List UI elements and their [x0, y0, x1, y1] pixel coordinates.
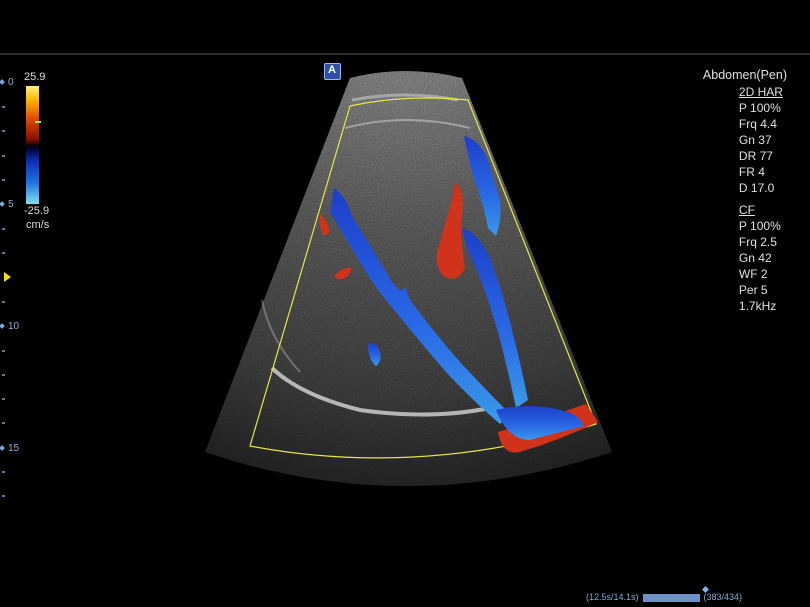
depth-tick	[2, 228, 5, 230]
params-cf-header: CF	[739, 202, 787, 218]
imaging-parameters: Abdomen(Pen) 2D HAR P 100% Frq 4.4 Gn 37…	[703, 67, 787, 314]
depth-tick	[2, 179, 5, 181]
color-velocity-bar	[26, 86, 39, 204]
param-cf-persistence: Per 5	[739, 282, 787, 298]
param-2d-gain: Gn 37	[739, 132, 787, 148]
depth-tick	[2, 350, 5, 352]
depth-tick	[2, 106, 5, 108]
cine-progress[interactable]	[643, 594, 700, 602]
depth-label-15: 15	[0, 443, 19, 454]
depth-tick	[2, 374, 5, 376]
depth-marker-icon	[0, 202, 5, 208]
param-cf-gain: Gn 42	[739, 250, 787, 266]
param-cf-power: P 100%	[739, 218, 787, 234]
param-2d-depth: D 17.0	[739, 180, 787, 196]
param-cf-prf: 1.7kHz	[739, 298, 787, 314]
velocity-unit: cm/s	[26, 219, 49, 231]
params-2d: 2D HAR P 100% Frq 4.4 Gn 37 DR 77 FR 4 D…	[739, 84, 787, 196]
depth-marker-icon	[0, 80, 5, 86]
depth-label-5: 5	[0, 199, 14, 210]
depth-tick	[2, 252, 5, 254]
param-cf-wall-filter: WF 2	[739, 266, 787, 282]
depth-tick	[2, 130, 5, 132]
params-2d-header: 2D HAR	[739, 84, 787, 100]
param-2d-dynamic-range: DR 77	[739, 148, 787, 164]
param-cf-frequency: Frq 2.5	[739, 234, 787, 250]
depth-label-0: 0	[0, 77, 14, 88]
velocity-scale-max: 25.9	[24, 71, 45, 83]
params-cf: CF P 100% Frq 2.5 Gn 42 WF 2 Per 5 1.7kH…	[739, 202, 787, 314]
baseline-marker	[35, 121, 41, 123]
param-2d-frequency: Frq 4.4	[739, 116, 787, 132]
ultrasound-image	[0, 0, 810, 607]
probe-orientation-icon: A	[324, 63, 341, 80]
depth-tick	[2, 155, 5, 157]
param-2d-frame-rate: FR 4	[739, 164, 787, 180]
depth-tick	[2, 471, 5, 473]
depth-label-10: 10	[0, 321, 19, 332]
velocity-scale-min: -25.9	[24, 205, 49, 217]
focus-marker-icon[interactable]	[4, 272, 11, 282]
depth-marker-icon	[0, 324, 5, 330]
depth-tick	[2, 495, 5, 497]
cine-frames: (383/434)	[704, 592, 743, 602]
depth-marker-icon	[0, 446, 5, 452]
depth-tick	[2, 422, 5, 424]
depth-tick	[2, 398, 5, 400]
preset-name: Abdomen(Pen)	[703, 67, 787, 83]
depth-tick	[2, 301, 5, 303]
param-2d-power: P 100%	[739, 100, 787, 116]
cine-bar: (12.5s/14.1s) (383/434)	[586, 592, 742, 602]
cine-time: (12.5s/14.1s)	[586, 592, 639, 602]
